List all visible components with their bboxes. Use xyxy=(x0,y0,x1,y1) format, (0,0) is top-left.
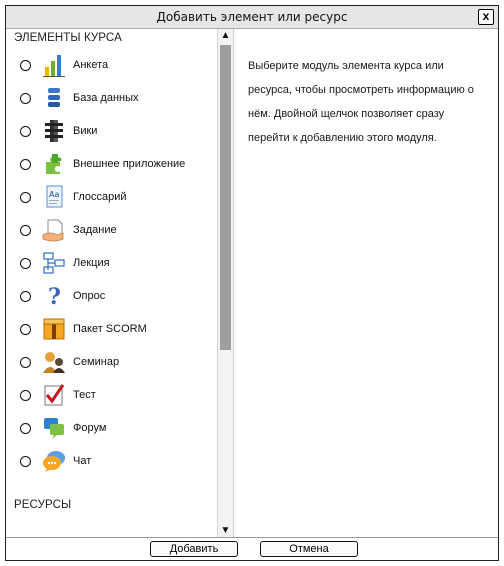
module-label: Лекция xyxy=(73,257,110,269)
radio-button[interactable] xyxy=(20,159,31,170)
radio-button[interactable] xyxy=(20,126,31,137)
svg-text:?: ? xyxy=(48,284,61,308)
module-label: Внешнее приложение xyxy=(73,158,186,170)
forum-icon xyxy=(44,418,64,439)
scorm-icon xyxy=(43,318,65,340)
wiki-icon xyxy=(45,120,63,142)
module-option-forum[interactable]: Форум xyxy=(6,415,211,443)
radio-button[interactable] xyxy=(20,258,31,269)
module-label: Вики xyxy=(73,125,98,137)
module-label: Глоссарий xyxy=(73,191,127,203)
module-info-text: Выберите модуль элемента курса или ресур… xyxy=(248,60,474,144)
chat-icon xyxy=(43,451,65,472)
database-icon xyxy=(48,88,60,107)
module-label: Тест xyxy=(73,389,96,401)
module-list: ЭЛЕМЕНТЫ КУРСА Анкета База данных Вики В… xyxy=(6,29,217,526)
dialog-titlebar: Добавить элемент или ресурс x xyxy=(6,6,498,29)
svg-text:Aa: Aa xyxy=(49,190,59,199)
module-label: Чат xyxy=(73,455,92,467)
radio-button[interactable] xyxy=(20,93,31,104)
section-header-activities: ЭЛЕМЕНТЫ КУРСА xyxy=(14,32,122,44)
module-option-scorm[interactable]: Пакет SCORM xyxy=(6,316,211,344)
radio-button[interactable] xyxy=(20,357,31,368)
cancel-button[interactable]: Отмена xyxy=(260,541,358,557)
scroll-down-icon[interactable]: ▼ xyxy=(218,524,233,538)
dialog-title: Добавить элемент или ресурс xyxy=(156,10,348,24)
radio-button[interactable] xyxy=(20,60,31,71)
module-label: Задание xyxy=(73,224,117,236)
module-label: База данных xyxy=(73,92,139,104)
choice-icon: ? xyxy=(48,284,61,308)
module-option-choice[interactable]: ? Опрос xyxy=(6,283,211,311)
module-label: Пакет SCORM xyxy=(73,323,147,335)
scroll-thumb[interactable] xyxy=(220,45,231,350)
module-option-wiki[interactable]: Вики xyxy=(6,118,211,146)
external-tool-icon xyxy=(46,154,62,174)
workshop-icon xyxy=(43,352,65,373)
radio-button[interactable] xyxy=(20,225,31,236)
module-label: Форум xyxy=(73,422,107,434)
module-label: Опрос xyxy=(73,290,106,302)
section-header-resources: РЕСУРСЫ xyxy=(14,499,72,511)
module-label: Анкета xyxy=(73,59,109,71)
lesson-icon xyxy=(43,252,65,274)
radio-button[interactable] xyxy=(20,423,31,434)
add-activity-dialog: Добавить элемент или ресурс x ЭЛЕМЕНТЫ К… xyxy=(5,5,499,561)
module-info-pane: Выберите модуль элемента курса или ресур… xyxy=(233,29,498,538)
assignment-icon xyxy=(42,219,64,242)
radio-button[interactable] xyxy=(20,390,31,401)
module-option-database[interactable]: База данных xyxy=(6,85,211,113)
radio-button[interactable] xyxy=(20,192,31,203)
module-option-quiz[interactable]: Тест xyxy=(6,382,211,410)
module-option-external-tool[interactable]: Внешнее приложение xyxy=(6,151,211,179)
module-option-glossary[interactable]: Aa Глоссарий xyxy=(6,184,211,212)
module-option-survey[interactable]: Анкета xyxy=(6,52,211,80)
module-label: Семинар xyxy=(73,356,120,368)
radio-button[interactable] xyxy=(20,291,31,302)
add-button[interactable]: Добавить xyxy=(150,541,238,557)
radio-button[interactable] xyxy=(20,456,31,467)
survey-icon xyxy=(43,55,65,77)
dialog-footer: Добавить Отмена xyxy=(6,537,498,560)
module-option-workshop[interactable]: Семинар xyxy=(6,349,211,377)
glossary-icon: Aa xyxy=(46,185,63,208)
radio-button[interactable] xyxy=(20,324,31,335)
module-list-scrollbar[interactable]: ▲ ▼ xyxy=(217,29,233,538)
close-button[interactable]: x xyxy=(478,9,494,25)
module-option-chat[interactable]: Чат xyxy=(6,448,211,476)
quiz-icon xyxy=(44,384,65,406)
scroll-up-icon[interactable]: ▲ xyxy=(218,29,233,43)
module-option-assignment[interactable]: Задание xyxy=(6,217,211,245)
module-option-lesson[interactable]: Лекция xyxy=(6,250,211,278)
